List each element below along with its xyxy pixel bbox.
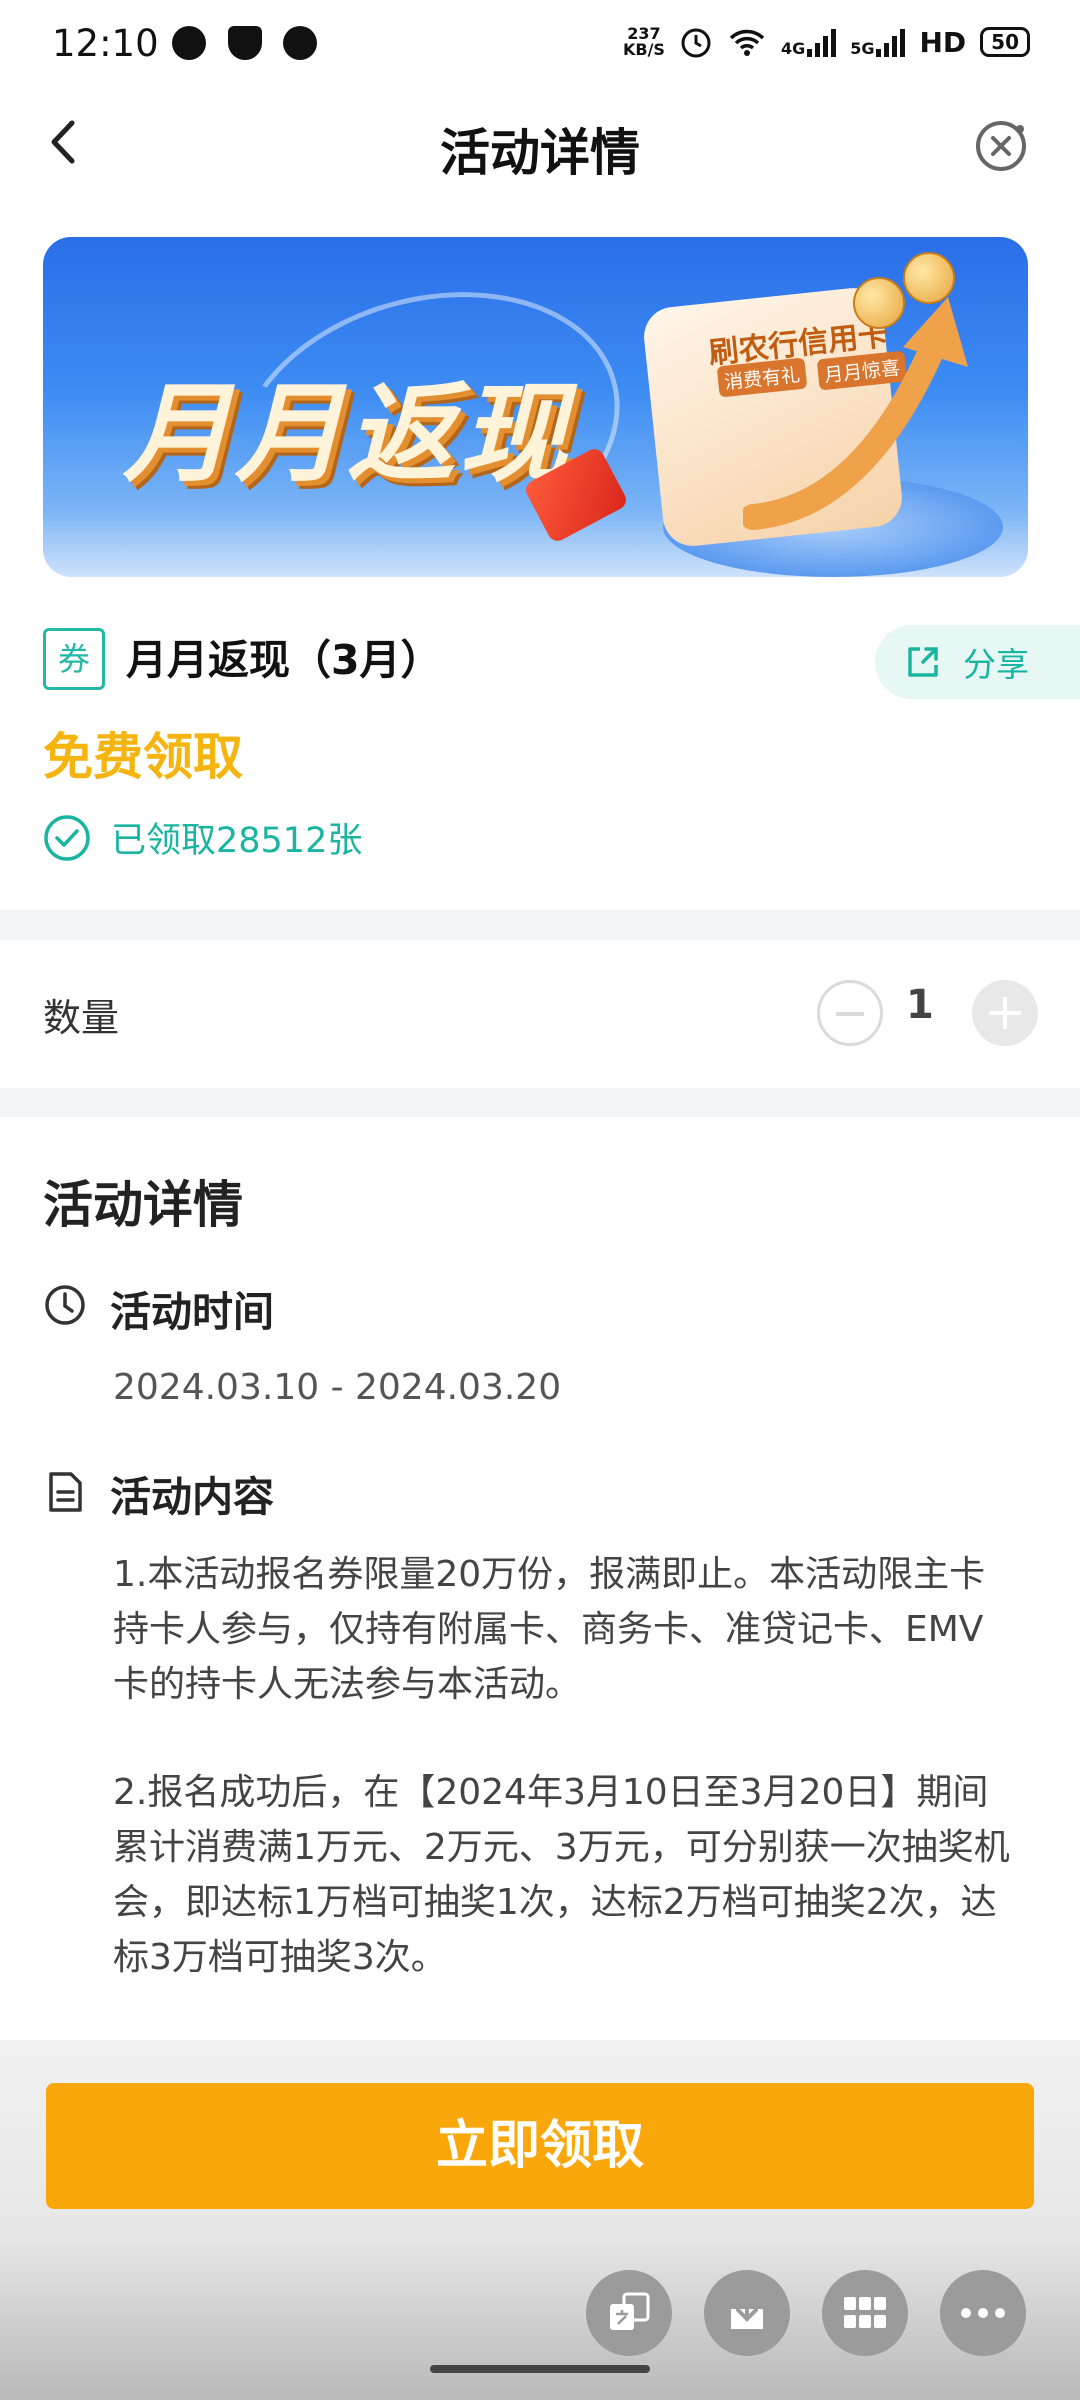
signal-2: 5G xyxy=(850,27,906,57)
rising-arrow-icon xyxy=(743,297,968,530)
battery-indicator: 50 xyxy=(980,27,1030,57)
hd-label: HD xyxy=(919,25,967,59)
more-icon xyxy=(961,2308,1005,2318)
details-title: 活动详情 xyxy=(43,1176,243,1234)
content-title: 活动内容 xyxy=(110,1473,274,1521)
coupon-tag: 券 xyxy=(43,628,105,690)
increase-button[interactable] xyxy=(972,980,1038,1046)
coupon-name: 月月返现（3月） xyxy=(126,636,442,684)
price-label: 免费领取 xyxy=(43,728,243,786)
close-icon[interactable] xyxy=(974,117,1030,173)
shield-icon xyxy=(228,26,262,60)
share-icon xyxy=(908,647,938,677)
time-title: 活动时间 xyxy=(110,1288,274,1336)
document-icon xyxy=(49,1472,82,1512)
grid-button[interactable] xyxy=(822,2270,908,2356)
translate-button[interactable] xyxy=(586,2270,672,2356)
signal-1: 4G xyxy=(781,27,837,57)
more-button[interactable] xyxy=(940,2270,1026,2356)
decrease-button[interactable] xyxy=(817,980,883,1046)
content-paragraph-2: 2.报名成功后，在【2024年3月10日至3月20日】期间累计消费满1万元、2万… xyxy=(113,1772,1010,1978)
share-button[interactable]: 分享 xyxy=(875,625,1080,699)
check-circle-icon xyxy=(44,814,90,861)
status-right: 237 KB/S 4G 5G HD 50 xyxy=(623,25,1030,59)
download-button[interactable] xyxy=(704,2270,790,2356)
quantity-value: 1 xyxy=(906,982,934,1028)
download-icon xyxy=(731,2295,763,2329)
home-indicator[interactable] xyxy=(430,2365,650,2373)
claimed-count: 已领取28512张 xyxy=(43,812,362,863)
clock-icon xyxy=(45,1285,85,1325)
wifi-icon xyxy=(729,29,765,56)
banner-headline: 月月返现 xyxy=(123,372,572,497)
share-label: 分享 xyxy=(963,645,1029,684)
chat-icon xyxy=(172,26,206,60)
alarm-icon xyxy=(681,28,711,58)
app-icon xyxy=(283,26,317,60)
content-paragraph-1: 1.本活动报名券限量20万份，报满即止。本活动限主卡持卡人参与，仅持有附属卡、商… xyxy=(113,1554,986,1705)
claimed-text: 已领取28512张 xyxy=(111,821,363,861)
signal-bars-1 xyxy=(807,27,837,57)
status-time: 12:10 xyxy=(52,22,159,65)
grid-icon xyxy=(844,2297,886,2328)
quantity-label: 数量 xyxy=(43,996,120,1040)
promo-banner[interactable]: 月月返现 刷农行信用卡 消费有礼 月月惊喜 xyxy=(43,237,1028,577)
time-value: 2024.03.10 - 2024.03.20 xyxy=(113,1367,562,1408)
net-speed: 237 KB/S xyxy=(622,24,665,59)
signal-bars-2 xyxy=(876,27,906,57)
translate-icon xyxy=(610,2292,650,2330)
claim-now-button[interactable]: 立即领取 xyxy=(46,2083,1034,2209)
page-title: 活动详情 xyxy=(440,124,640,182)
